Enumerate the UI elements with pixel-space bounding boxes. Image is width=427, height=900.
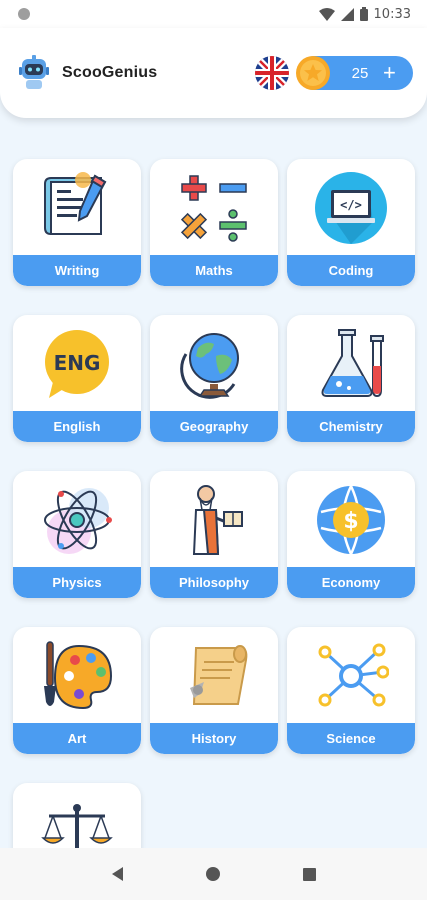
subject-label: Chemistry xyxy=(319,419,383,434)
subject-card-history[interactable]: History xyxy=(150,627,278,754)
wifi-icon xyxy=(318,7,335,21)
subject-label-bar: Maths xyxy=(150,255,278,286)
subject-card-maths[interactable]: Maths xyxy=(150,159,278,286)
subject-label-bar: Coding xyxy=(287,255,415,286)
writing-icon xyxy=(44,172,107,235)
subject-label: Coding xyxy=(328,263,374,278)
subject-label: English xyxy=(53,419,101,434)
subject-label: Geography xyxy=(179,419,249,434)
scroll-icon xyxy=(190,645,248,705)
atom-icon xyxy=(44,488,112,554)
back-icon[interactable] xyxy=(111,867,123,881)
status-bar: 10:33 xyxy=(0,0,427,28)
subject-label-bar: Art xyxy=(13,723,141,754)
subject-card-geography[interactable]: Geography xyxy=(150,315,278,442)
subject-card-science[interactable]: Science xyxy=(287,627,415,754)
system-nav-bar xyxy=(0,848,427,900)
subject-label-bar: History xyxy=(150,723,278,754)
chemistry-icon xyxy=(321,329,384,398)
home-icon[interactable] xyxy=(205,867,220,881)
subject-card-art[interactable]: Art xyxy=(13,627,141,754)
subject-card-economy[interactable]: $ Economy xyxy=(287,471,415,598)
signal-icon xyxy=(340,7,354,21)
subject-label-bar: Geography xyxy=(150,411,278,442)
subject-card-philosophy[interactable]: Philosophy xyxy=(150,471,278,598)
subject-card-writing[interactable]: Writing xyxy=(13,159,141,286)
philosopher-icon xyxy=(192,485,243,555)
coin-count: 25 xyxy=(351,64,369,82)
palette-icon xyxy=(44,641,113,710)
coin-icon xyxy=(296,56,330,90)
subject-label: Maths xyxy=(195,263,233,278)
economy-badge-text: $ xyxy=(343,509,358,534)
subject-label-bar: English xyxy=(13,411,141,442)
svg-text:</>: </> xyxy=(340,198,362,212)
subject-label: Writing xyxy=(54,263,100,278)
subject-label: History xyxy=(191,731,237,746)
app-title: ScooGenius xyxy=(62,64,158,81)
subject-card-chemistry[interactable]: Chemistry xyxy=(287,315,415,442)
coins-pill[interactable]: 25 + xyxy=(296,56,413,90)
english-badge-text: ENG xyxy=(54,351,101,375)
subject-label-bar: Philosophy xyxy=(150,567,278,598)
subject-label: Philosophy xyxy=(178,575,250,590)
subject-label-bar: Writing xyxy=(13,255,141,286)
subject-card-english[interactable]: ENG English xyxy=(13,315,141,442)
subject-label-bar: Chemistry xyxy=(287,411,415,442)
add-coins-button[interactable]: + xyxy=(383,62,396,84)
subject-card-physics[interactable]: Physics xyxy=(13,471,141,598)
subject-label: Economy xyxy=(321,575,381,590)
status-icons: 10:33 xyxy=(318,6,411,22)
economy-icon: $ xyxy=(317,485,385,555)
subject-label: Science xyxy=(326,731,376,746)
battery-icon xyxy=(359,7,368,21)
uk-flag-icon[interactable] xyxy=(255,56,289,90)
globe-icon xyxy=(180,333,239,399)
maths-icon xyxy=(180,175,247,242)
subject-label-bar: Science xyxy=(287,723,415,754)
app-header: ScooGenius 25 + xyxy=(0,28,427,118)
notification-dot-icon xyxy=(18,8,30,20)
network-icon xyxy=(318,643,389,707)
english-icon: ENG xyxy=(45,330,109,398)
subject-label: Physics xyxy=(52,575,102,590)
coding-icon: </> xyxy=(315,172,387,244)
subject-label-bar: Economy xyxy=(287,567,415,598)
subject-card-coding[interactable]: </> Coding xyxy=(287,159,415,286)
recent-apps-icon[interactable] xyxy=(302,867,316,881)
subject-grid: Writing Maths </> Coding ENG English Geo… xyxy=(13,159,416,900)
status-time: 10:33 xyxy=(373,6,411,22)
subject-label: Art xyxy=(67,731,87,746)
robot-logo-icon xyxy=(19,55,49,89)
subject-label-bar: Physics xyxy=(13,567,141,598)
